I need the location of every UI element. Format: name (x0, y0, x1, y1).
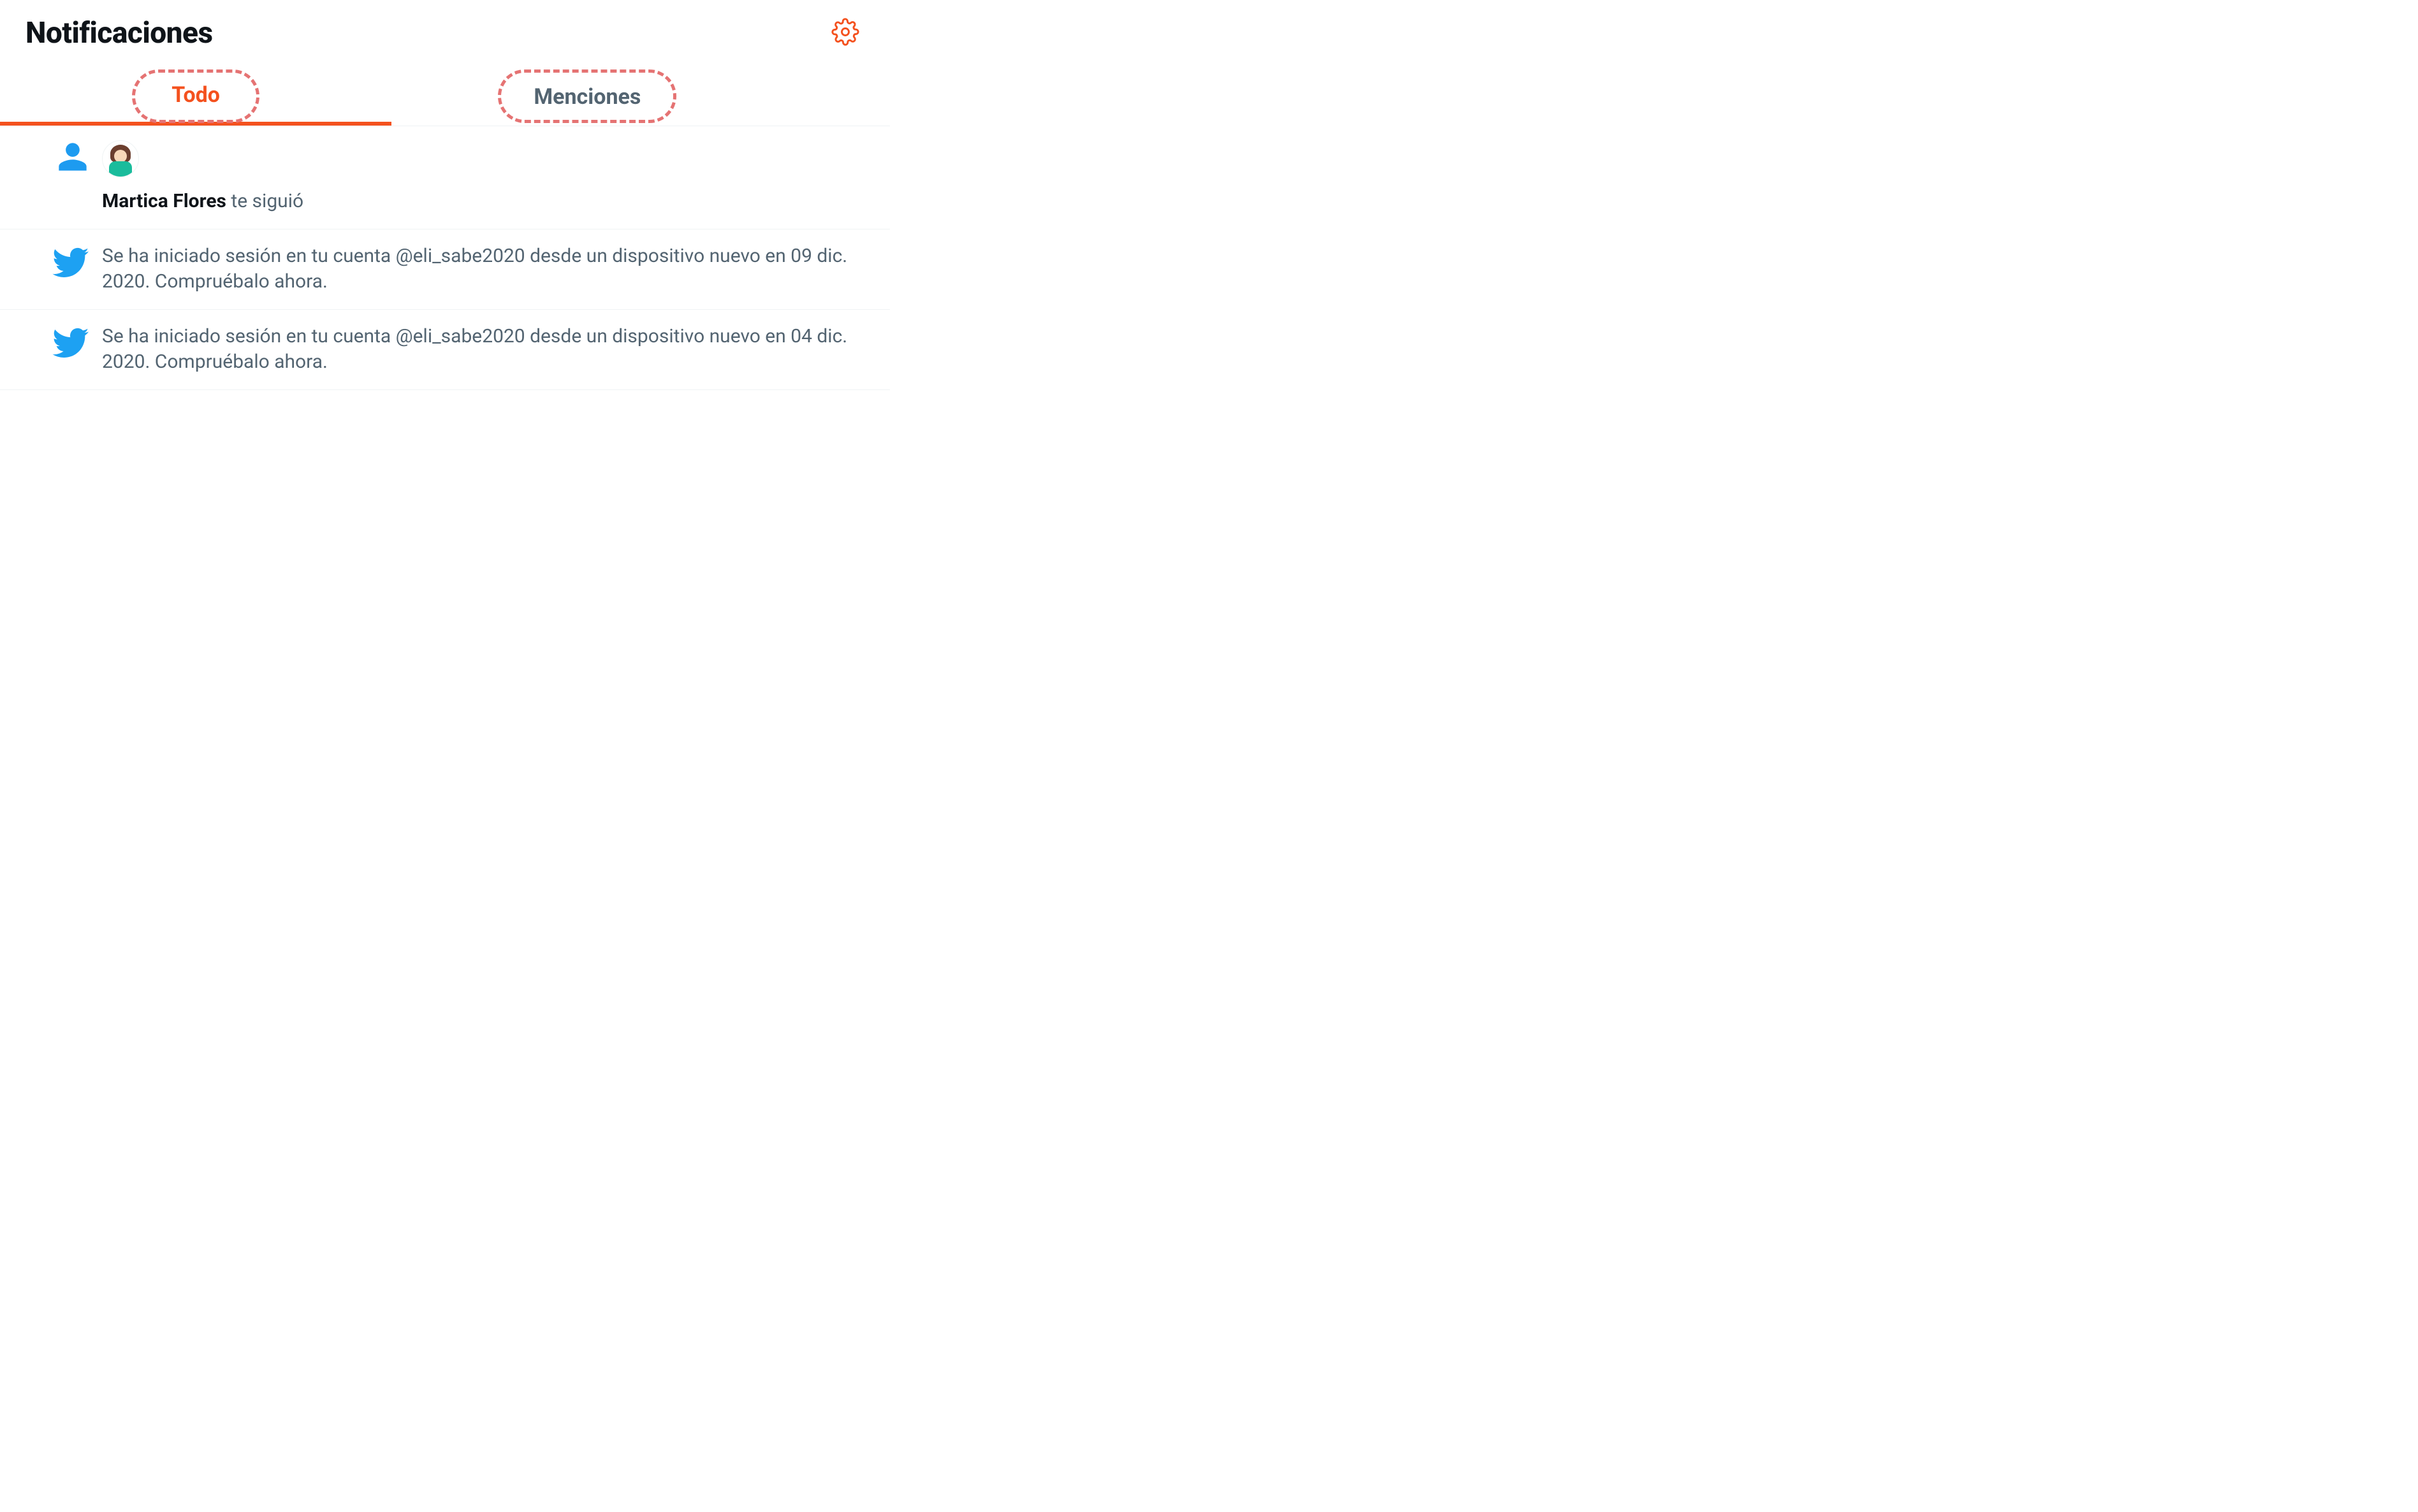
actor-name: Martica Flores (102, 190, 226, 212)
avatar[interactable] (102, 140, 139, 177)
gear-icon (831, 18, 859, 48)
notification-text: Se ha iniciado sesión en tu cuenta @eli_… (102, 324, 864, 375)
tab-label: Menciones (534, 84, 641, 110)
notification-type-icon-col (51, 140, 89, 215)
notification-type-icon-col (51, 324, 89, 375)
person-icon (56, 140, 89, 176)
notification-text: Martica Flores te siguió (102, 189, 864, 215)
notification-login[interactable]: Se ha iniciado sesión en tu cuenta @eli_… (0, 310, 890, 390)
notification-follow[interactable]: Martica Flores te siguió (0, 126, 890, 229)
action-text: te siguió (231, 190, 303, 212)
tab-mentions[interactable]: Menciones (391, 66, 783, 126)
notification-text: Se ha iniciado sesión en tu cuenta @eli_… (102, 244, 864, 295)
notification-content: Se ha iniciado sesión en tu cuenta @eli_… (102, 244, 864, 295)
avatar-illustration (108, 145, 133, 177)
tab-label: Todo (171, 82, 220, 108)
notification-content: Se ha iniciado sesión en tu cuenta @eli_… (102, 324, 864, 375)
tab-all[interactable]: Todo (0, 66, 391, 126)
settings-button[interactable] (826, 13, 864, 53)
notification-login[interactable]: Se ha iniciado sesión en tu cuenta @eli_… (0, 229, 890, 310)
header: Notificaciones (0, 0, 890, 66)
notification-type-icon-col (51, 244, 89, 295)
notification-content: Martica Flores te siguió (102, 140, 864, 215)
tabs: Todo Menciones (0, 66, 890, 126)
notifications-list: Martica Flores te siguió Se ha iniciado … (0, 126, 890, 390)
twitter-icon (51, 244, 89, 284)
page-title: Notificaciones (25, 16, 213, 50)
twitter-icon (51, 324, 89, 365)
